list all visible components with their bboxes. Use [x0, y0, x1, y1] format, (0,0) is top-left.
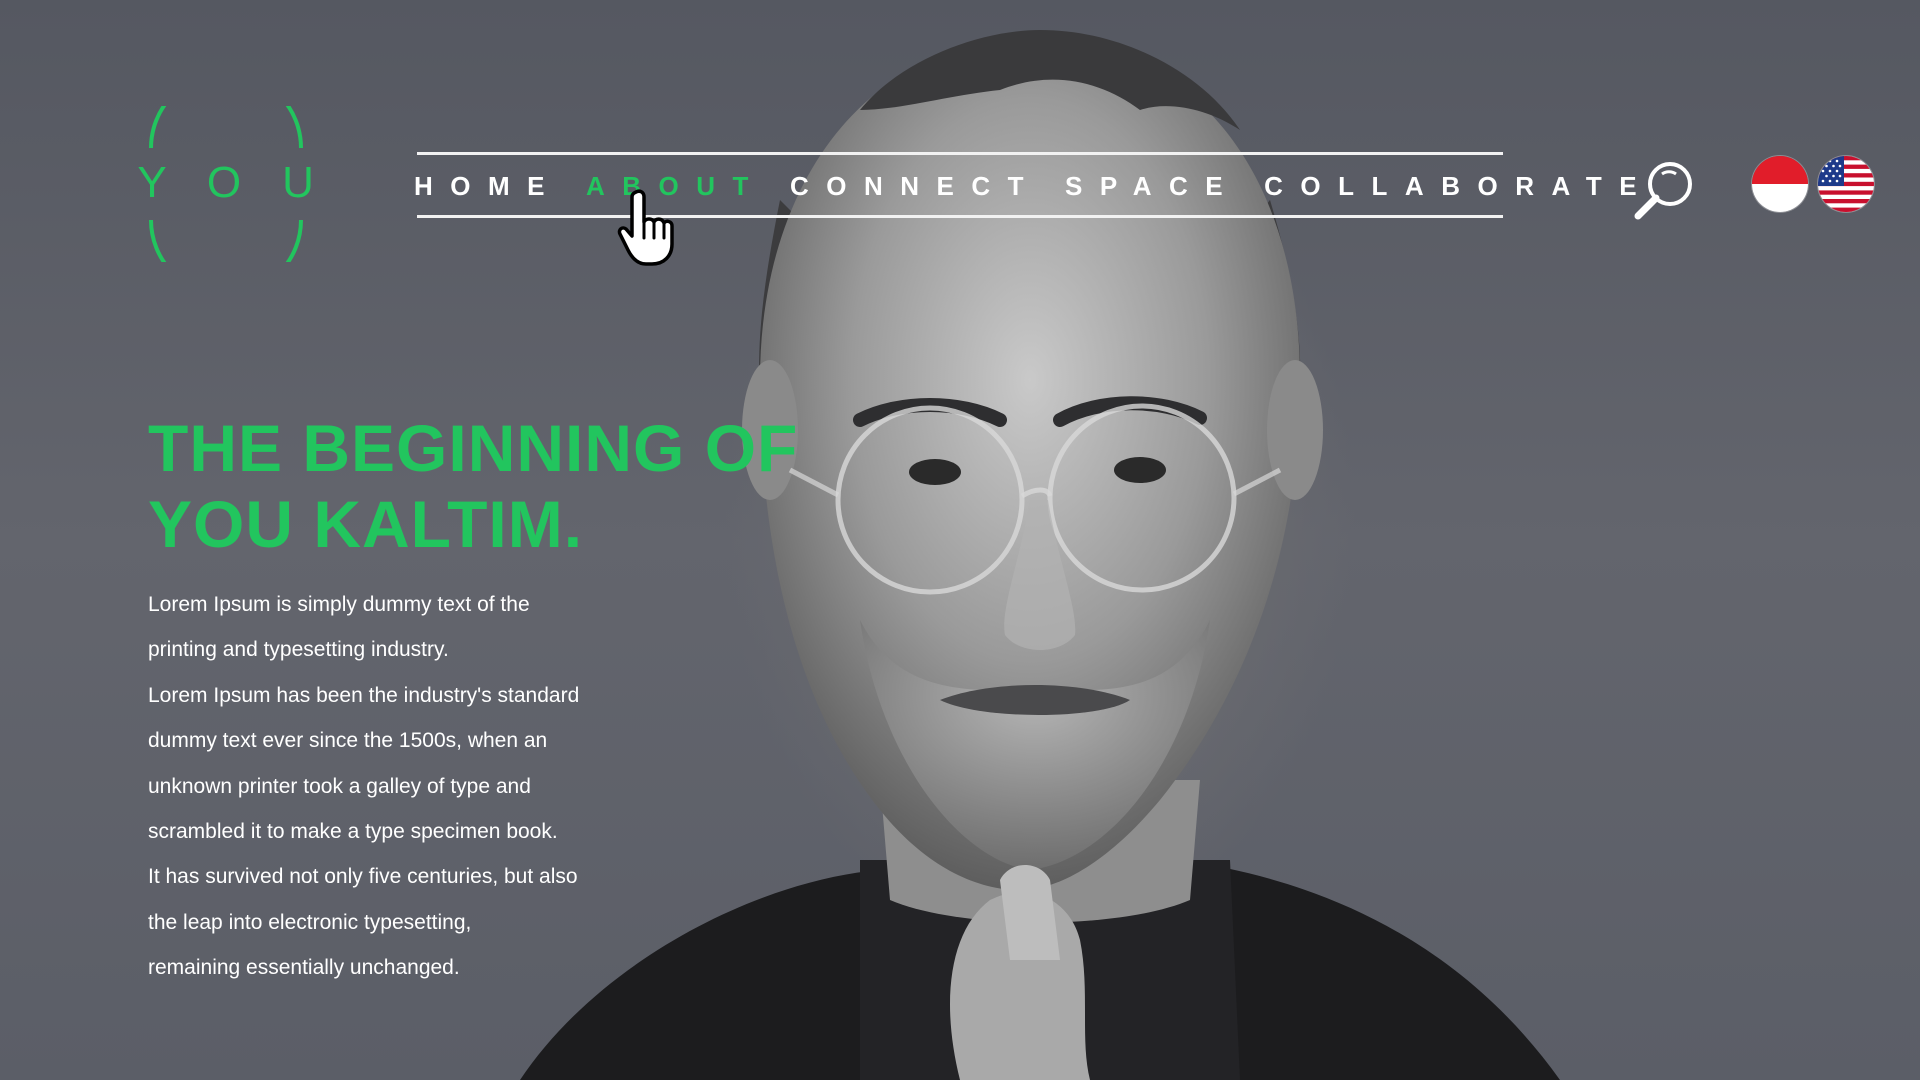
- hero-headline-line-1: THE BEGINNING OF: [148, 411, 799, 485]
- hero-headline-line-2: YOU KALTIM.: [148, 487, 584, 561]
- main-nav: HOME ABOUT CONNECT SPACE COLLABORATE: [414, 168, 1654, 204]
- nav-item-space[interactable]: SPACE: [1065, 171, 1240, 202]
- paragraph-line: the leap into electronic typesetting,: [148, 910, 472, 934]
- paragraph-line: dummy text ever since the 1500s, when an: [148, 729, 548, 753]
- hero-paragraph: Lorem Ipsum is simply dummy text of the …: [148, 582, 668, 991]
- nav-item-collaborate[interactable]: COLLABORATE: [1264, 171, 1654, 202]
- nav-item-home[interactable]: HOME: [414, 171, 562, 202]
- logo-letter-u: U: [282, 158, 314, 207]
- hero-headline: THE BEGINNING OF YOU KALTIM.: [148, 410, 908, 562]
- nav-top-rule: [417, 152, 1503, 155]
- paragraph-line: It has survived not only five centuries,…: [148, 865, 578, 889]
- nav-item-connect[interactable]: CONNECT: [790, 171, 1041, 202]
- search-icon[interactable]: [1632, 160, 1698, 222]
- indonesia-flag-icon[interactable]: [1752, 156, 1808, 212]
- paragraph-line: Lorem Ipsum is simply dummy text of the: [148, 593, 530, 616]
- nav-bottom-rule: [417, 215, 1503, 218]
- paragraph-line: Lorem Ipsum has been the industry's stan…: [148, 683, 580, 707]
- you-logo[interactable]: Y O U: [136, 106, 316, 262]
- hand-pointer-cursor-icon: [617, 189, 674, 266]
- paragraph-line: unknown printer took a galley of type an…: [148, 774, 531, 798]
- paragraph-line: scrambled it to make a type specimen boo…: [148, 820, 558, 844]
- logo-letter-y: Y: [137, 158, 167, 207]
- paragraph-line: remaining essentially unchanged.: [148, 956, 460, 980]
- logo-letter-o: O: [206, 158, 242, 207]
- usa-flag-icon[interactable]: [1818, 156, 1874, 212]
- paragraph-line: printing and typesetting industry.: [148, 638, 449, 662]
